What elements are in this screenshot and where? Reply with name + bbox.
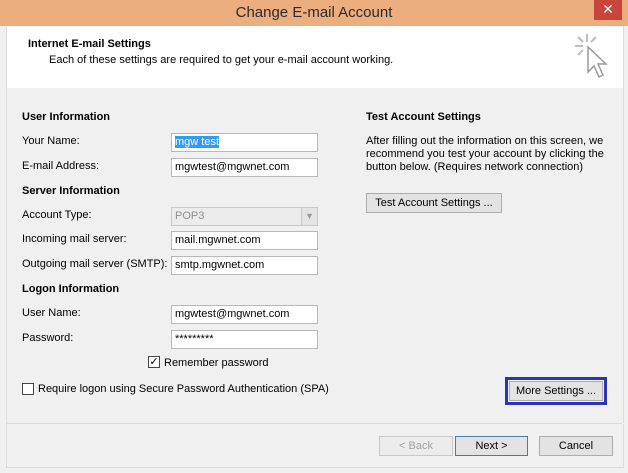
email-label: E-mail Address: bbox=[22, 160, 100, 172]
account-type-label: Account Type: bbox=[22, 209, 92, 221]
cursor-sparkle-icon bbox=[575, 34, 608, 79]
cancel-button[interactable]: Cancel bbox=[539, 436, 613, 456]
username-label: User Name: bbox=[22, 307, 81, 319]
test-settings-heading: Test Account Settings bbox=[366, 111, 481, 123]
header-subtitle: Each of these settings are required to g… bbox=[49, 54, 394, 66]
test-description-line-3: button below. (Requires network connecti… bbox=[366, 161, 584, 173]
name-label: Your Name: bbox=[22, 135, 80, 147]
account-type-value: POP3 bbox=[175, 210, 205, 222]
spa-label: Require logon using Secure Password Auth… bbox=[38, 383, 329, 395]
next-button[interactable]: Next > bbox=[455, 436, 528, 456]
incoming-server-label: Incoming mail server: bbox=[22, 233, 127, 245]
email-input[interactable]: mgwtest@mgwnet.com bbox=[171, 158, 318, 177]
server-info-heading: Server Information bbox=[22, 185, 120, 197]
back-button[interactable]: < Back bbox=[379, 436, 453, 456]
close-button[interactable]: ✕ bbox=[594, 0, 622, 20]
dialog-footer bbox=[6, 424, 624, 468]
account-type-select: POP3 ▼ bbox=[171, 207, 318, 226]
outgoing-server-label: Outgoing mail server (SMTP): bbox=[22, 258, 168, 270]
spa-checkbox[interactable] bbox=[22, 383, 34, 395]
password-input[interactable]: ********* bbox=[171, 330, 318, 349]
title-bar: Change E-mail Account ✕ bbox=[0, 0, 628, 26]
name-value: mgw test bbox=[175, 136, 220, 148]
window-title: Change E-mail Account bbox=[235, 4, 393, 21]
password-label: Password: bbox=[22, 332, 74, 344]
dialog-header: Internet E-mail Settings Each of these s… bbox=[6, 26, 624, 89]
username-input[interactable]: mgwtest@mgwnet.com bbox=[171, 305, 318, 324]
test-description-line-1: After filling out the information on thi… bbox=[366, 135, 604, 147]
chevron-down-icon: ▼ bbox=[301, 208, 317, 225]
remember-password-label: Remember password bbox=[164, 357, 269, 369]
test-description-line-2: recommend you test your account by click… bbox=[366, 148, 604, 160]
more-settings-highlight bbox=[505, 377, 607, 405]
test-account-settings-button[interactable]: Test Account Settings ... bbox=[366, 193, 502, 213]
name-input[interactable]: mgw test bbox=[171, 133, 318, 152]
user-info-heading: User Information bbox=[22, 111, 111, 123]
logon-info-heading: Logon Information bbox=[22, 283, 120, 295]
remember-password-checkbox[interactable]: ✓ bbox=[148, 356, 160, 368]
incoming-server-input[interactable]: mail.mgwnet.com bbox=[171, 231, 318, 250]
outgoing-server-input[interactable]: smtp.mgwnet.com bbox=[171, 256, 318, 275]
header-title: Internet E-mail Settings bbox=[28, 38, 151, 50]
